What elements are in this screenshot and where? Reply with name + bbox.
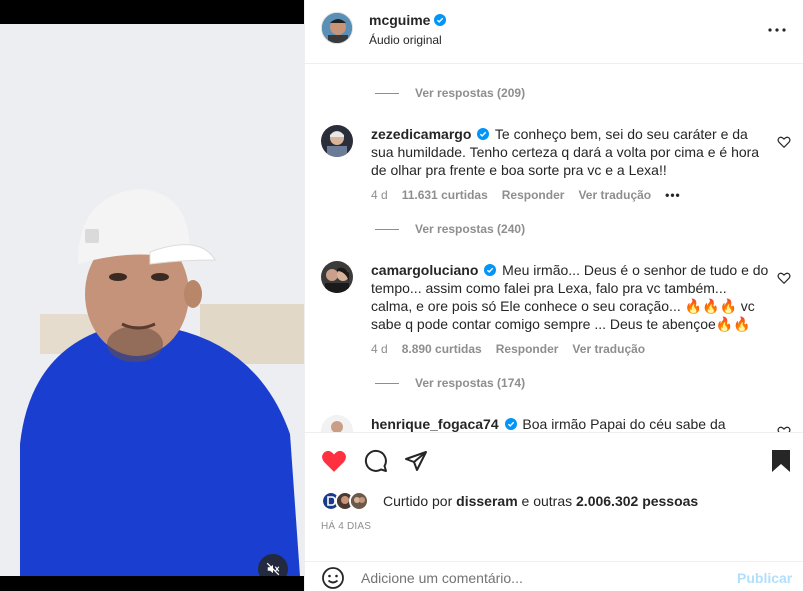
- muted-speaker-icon: [266, 562, 280, 576]
- liked-by-prefix: Curtido por: [383, 493, 453, 509]
- commenter-avatar[interactable]: [321, 415, 353, 432]
- media-letterbox-top: [0, 0, 304, 24]
- post-timestamp[interactable]: HÁ 4 DIAS: [321, 521, 371, 532]
- comment-like-button[interactable]: [777, 425, 791, 432]
- mute-toggle-button[interactable]: [258, 554, 288, 576]
- view-replies-label: Ver respostas (209): [415, 86, 526, 100]
- translate-button[interactable]: Ver tradução: [578, 188, 651, 202]
- audio-label[interactable]: Áudio original: [369, 33, 442, 47]
- comment-bubble-icon: [364, 449, 387, 472]
- replies-divider: [375, 382, 399, 384]
- view-replies-label: Ver respostas (240): [415, 222, 526, 236]
- commenter-username[interactable]: camargoluciano: [371, 262, 478, 278]
- heart-outline-icon: [777, 272, 791, 285]
- comment-likes-count[interactable]: 11.631 curtidas: [402, 188, 488, 202]
- author-username-row[interactable]: mcguime: [369, 12, 447, 28]
- like-button[interactable]: [321, 448, 347, 474]
- liked-by-avatars[interactable]: [321, 491, 377, 511]
- comment-button[interactable]: [363, 448, 389, 474]
- liker-avatar-image: [351, 493, 367, 509]
- post-header: mcguime Áudio original: [305, 0, 803, 64]
- comment-likes-count[interactable]: 8.890 curtidas: [402, 342, 482, 356]
- comment-options-button[interactable]: •••: [665, 188, 681, 202]
- comment-like-button[interactable]: [777, 135, 791, 149]
- liked-by-middle: e outras: [521, 493, 573, 509]
- liked-by-count[interactable]: 2.006.302 pessoas: [576, 493, 698, 509]
- add-comment-bar: Publicar: [305, 561, 803, 591]
- comment-text: Boa irmão Papai do céu sabe da: [522, 416, 726, 432]
- commenter-avatar-image: [321, 415, 353, 432]
- ellipsis-icon: [768, 28, 786, 32]
- video-frame-illustration: [0, 24, 304, 576]
- view-replies-button[interactable]: Ver respostas (209): [375, 86, 525, 100]
- post-detail-panel: mcguime Áudio original Ver respostas (20…: [304, 0, 803, 591]
- share-button[interactable]: [403, 448, 429, 474]
- commenter-username[interactable]: zezedicamargo: [371, 126, 471, 142]
- comment-item: henrique_fogaca74 Boa irmão Papai do céu…: [321, 415, 791, 432]
- comment-body: henrique_fogaca74 Boa irmão Papai do céu…: [371, 415, 769, 432]
- author-avatar-image: [322, 13, 352, 43]
- verified-badge-icon: [484, 264, 497, 276]
- comment-like-button[interactable]: [777, 271, 791, 285]
- commenter-avatar[interactable]: [321, 261, 353, 293]
- bookmark-filled-icon: [772, 450, 790, 472]
- comment-item: camargoluciano Meu irmão... Deus é o sen…: [321, 261, 791, 357]
- comment-meta: 4 d 11.631 curtidas Responder Ver traduç…: [371, 188, 681, 202]
- comment-body: zezedicamargo Te conheço bem, sei do seu…: [371, 125, 769, 179]
- commenter-username[interactable]: henrique_fogaca74: [371, 416, 499, 432]
- publish-button[interactable]: Publicar: [737, 570, 792, 586]
- view-replies-label: Ver respostas (174): [415, 376, 526, 390]
- replies-divider: [375, 92, 399, 94]
- comment-age[interactable]: 4 d: [371, 188, 388, 202]
- more-options-button[interactable]: [765, 18, 789, 42]
- media-letterbox-bottom: [0, 576, 304, 591]
- verified-badge-icon: [504, 418, 517, 430]
- save-button[interactable]: [768, 448, 794, 474]
- comment-item: zezedicamargo Te conheço bem, sei do seu…: [321, 125, 791, 207]
- post-media: [0, 0, 304, 591]
- commenter-avatar-image: [321, 261, 353, 293]
- post-actions: [321, 448, 791, 474]
- comment-input[interactable]: [361, 568, 721, 588]
- translate-button[interactable]: Ver tradução: [572, 342, 645, 356]
- video-player[interactable]: [0, 24, 304, 576]
- heart-outline-icon: [777, 136, 791, 149]
- comment-meta: 4 d 8.890 curtidas Responder Ver traduçã…: [371, 342, 645, 356]
- reply-button[interactable]: Responder: [502, 188, 565, 202]
- view-replies-button[interactable]: Ver respostas (240): [375, 222, 525, 236]
- commenter-avatar[interactable]: [321, 125, 353, 157]
- emoji-picker-button[interactable]: [321, 566, 345, 590]
- comment-body: camargoluciano Meu irmão... Deus é o sen…: [371, 261, 769, 333]
- heart-filled-icon: [322, 450, 346, 472]
- verified-badge-icon: [434, 14, 447, 26]
- smiley-icon: [322, 567, 344, 589]
- heart-outline-icon: [777, 426, 791, 432]
- comment-age[interactable]: 4 d: [371, 342, 388, 356]
- replies-divider: [375, 228, 399, 230]
- liker-avatar: [349, 491, 369, 511]
- paper-plane-icon: [405, 451, 427, 471]
- author-username[interactable]: mcguime: [369, 12, 430, 28]
- commenter-avatar-image: [321, 125, 353, 157]
- comments-list[interactable]: Ver respostas (209) zezedicamargo Te con…: [305, 65, 803, 432]
- post-footer: Curtido por disseram e outras 2.006.302 …: [305, 432, 803, 591]
- author-avatar[interactable]: [321, 12, 353, 44]
- reply-button[interactable]: Responder: [496, 342, 559, 356]
- liked-by-row: Curtido por disseram e outras 2.006.302 …: [321, 491, 698, 511]
- verified-badge-icon: [477, 128, 490, 140]
- liked-by-user[interactable]: disseram: [456, 493, 517, 509]
- view-replies-button[interactable]: Ver respostas (174): [375, 376, 525, 390]
